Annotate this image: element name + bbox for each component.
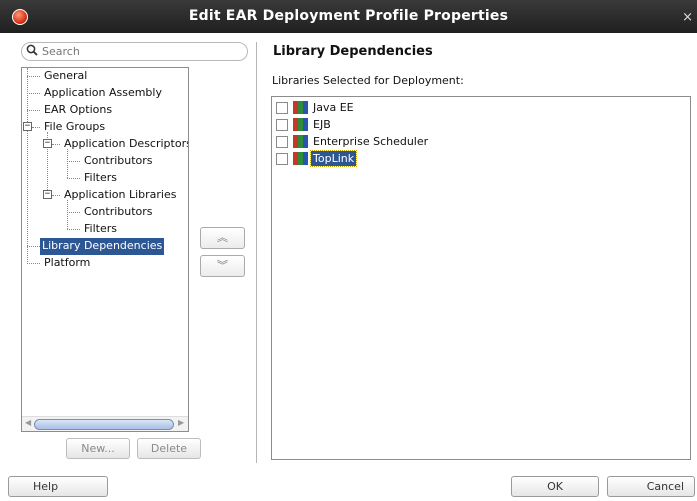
tree-item-library-dependencies[interactable]: Library Dependencies (40, 238, 165, 255)
collapse-toggle-icon[interactable]: − (23, 122, 32, 131)
move-up-button[interactable]: ︽ (200, 227, 245, 249)
tree-item-application-assembly[interactable]: Application Assembly (42, 85, 164, 102)
tree-item-general[interactable]: General (42, 68, 89, 85)
collapse-toggle-icon[interactable]: − (43, 139, 52, 148)
delete-button[interactable]: Delete (137, 438, 201, 459)
ok-button[interactable]: OK (511, 476, 599, 497)
search-placeholder: Search (42, 45, 80, 58)
window-title: Edit EAR Deployment Profile Properties (188, 8, 509, 24)
magnifier-icon (26, 44, 38, 60)
library-label: EJB (313, 118, 331, 131)
libraries-list-label: Libraries Selected for Deployment: (272, 74, 464, 87)
tree-item-filters[interactable]: Filters (82, 221, 119, 238)
library-checkbox[interactable] (276, 153, 288, 165)
title-bar: Edit EAR Deployment Profile Properties × (0, 0, 697, 33)
panel-divider (256, 42, 257, 463)
library-books-icon (293, 135, 309, 148)
library-books-icon (293, 118, 309, 131)
navigation-tree[interactable]: − − − General Application Assembly EAR O… (21, 67, 189, 432)
scroll-right-icon[interactable]: ▶ (178, 418, 184, 427)
library-label: Java EE (313, 101, 354, 114)
tree-item-contributors[interactable]: Contributors (82, 153, 155, 170)
library-label: Enterprise Scheduler (313, 135, 429, 148)
tree-item-filters[interactable]: Filters (82, 170, 119, 187)
page-title: Library Dependencies (273, 44, 433, 59)
tree-item-application-descriptors[interactable]: Application Descriptors (62, 136, 188, 153)
libraries-list[interactable]: Java EE EJB Enterprise Scheduler TopLink (271, 96, 691, 460)
library-checkbox[interactable] (276, 119, 288, 131)
double-chevron-down-icon: ︾ (217, 259, 228, 272)
tree-item-file-groups[interactable]: File Groups (42, 119, 107, 136)
library-checkbox[interactable] (276, 136, 288, 148)
scrollbar-thumb[interactable] (34, 419, 174, 430)
tree-item-application-libraries[interactable]: Application Libraries (62, 187, 178, 204)
tree-item-ear-options[interactable]: EAR Options (42, 102, 114, 119)
tree-item-contributors[interactable]: Contributors (82, 204, 155, 221)
library-checkbox[interactable] (276, 102, 288, 114)
double-chevron-up-icon: ︽ (217, 231, 228, 244)
library-books-icon (293, 101, 309, 114)
close-icon[interactable]: × (682, 10, 693, 25)
cancel-button[interactable]: Cancel (607, 476, 695, 497)
library-label: TopLink (309, 150, 358, 167)
search-input[interactable]: Search (21, 42, 248, 61)
scroll-left-icon[interactable]: ◀ (25, 418, 31, 427)
collapse-toggle-icon[interactable]: − (43, 190, 52, 199)
tree-item-platform[interactable]: Platform (42, 255, 92, 272)
move-down-button[interactable]: ︾ (200, 255, 245, 277)
help-button[interactable]: Help (8, 476, 108, 497)
new-button[interactable]: New... (66, 438, 130, 459)
tree-horizontal-scrollbar[interactable]: ◀ ▶ (22, 416, 188, 431)
library-books-icon (293, 152, 309, 165)
